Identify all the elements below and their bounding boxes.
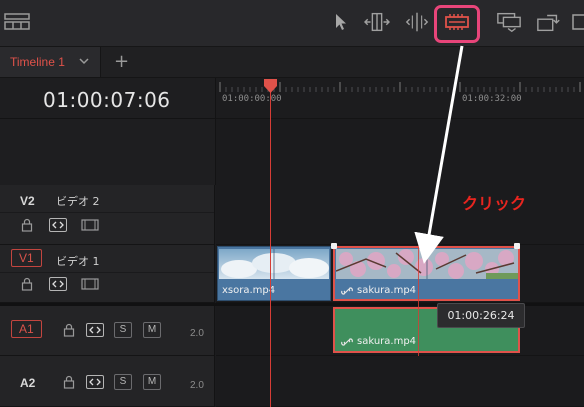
lane-a2[interactable] bbox=[216, 356, 584, 407]
trim-handle-left[interactable] bbox=[331, 243, 337, 249]
playhead-handle-icon[interactable] bbox=[263, 78, 278, 94]
click-annotation: クリック bbox=[462, 194, 527, 213]
track-divider bbox=[0, 212, 214, 213]
track-name-v2: ビデオ 2 bbox=[56, 195, 100, 208]
track-name-v1: ビデオ 1 bbox=[56, 255, 100, 268]
timecode-tooltip: 01:00:26:24 bbox=[437, 303, 525, 328]
volume-a1: 2.0 bbox=[190, 328, 204, 339]
add-timeline-button[interactable]: + bbox=[114, 51, 129, 72]
volume-a2: 2.0 bbox=[190, 380, 204, 391]
timeline-tab-bar: Timeline 1 + bbox=[0, 47, 584, 78]
overwrite-icon[interactable] bbox=[496, 10, 522, 34]
mute-button-a1[interactable]: M bbox=[143, 322, 161, 338]
timeline-header-panel: 01:00:07:06 bbox=[0, 78, 216, 185]
clip-sakura-video[interactable]: sakura.mp4 bbox=[333, 246, 520, 301]
track-header-v2: V2 ビデオ 2 bbox=[0, 185, 215, 245]
solo-button-a2[interactable]: S bbox=[114, 374, 132, 390]
auto-select-icon[interactable] bbox=[86, 375, 104, 389]
lock-icon[interactable] bbox=[63, 323, 75, 337]
trim-handle-right[interactable] bbox=[514, 243, 520, 249]
auto-select-icon[interactable] bbox=[86, 323, 104, 337]
lock-icon[interactable] bbox=[21, 218, 33, 232]
header-divider bbox=[0, 118, 215, 119]
track-header-a2: A2 S M 2.0 bbox=[0, 356, 215, 407]
clip-thumbnail-sky bbox=[219, 249, 329, 279]
track-id-a1[interactable]: A1 bbox=[11, 320, 42, 338]
clip-name-sakura-audio: sakura.mp4 bbox=[357, 336, 417, 347]
track-enable-icon[interactable] bbox=[81, 277, 99, 291]
clip-name-sakura-video: sakura.mp4 bbox=[357, 285, 417, 296]
edit-toolbar bbox=[0, 0, 584, 47]
clip-thumbnail-sakura bbox=[336, 249, 518, 279]
track-enable-icon[interactable] bbox=[81, 218, 99, 232]
lock-icon[interactable] bbox=[21, 277, 33, 291]
tab-label: Timeline 1 bbox=[10, 55, 65, 69]
ruler-label-start: 01:00:00:00 bbox=[222, 94, 282, 104]
replace-icon[interactable] bbox=[536, 10, 562, 34]
track-header-v1: V1 ビデオ 1 bbox=[0, 245, 215, 303]
playhead-line bbox=[270, 88, 271, 407]
auto-select-icon[interactable] bbox=[49, 218, 67, 232]
clip-xsora[interactable]: xsora.mp4 bbox=[217, 246, 331, 301]
dynamic-trim-icon[interactable] bbox=[404, 10, 430, 34]
track-divider bbox=[0, 272, 214, 273]
more-tools-icon[interactable] bbox=[572, 10, 584, 34]
track-id-a2: A2 bbox=[20, 376, 36, 390]
link-icon bbox=[341, 338, 353, 346]
lane-v2[interactable] bbox=[216, 185, 584, 245]
current-timecode: 01:00:07:06 bbox=[43, 88, 171, 112]
trim-edit-icon[interactable] bbox=[364, 10, 390, 34]
timeline-empty-area bbox=[216, 119, 584, 185]
selection-icon[interactable] bbox=[328, 10, 354, 34]
ruler-label-32s: 01:00:32:00 bbox=[462, 94, 522, 104]
chevron-down-icon[interactable] bbox=[78, 56, 90, 66]
blade-cut-indicator bbox=[418, 246, 419, 356]
timeline-view-options-icon[interactable] bbox=[4, 10, 30, 34]
track-id-v2: V2 bbox=[20, 194, 35, 208]
tab-timeline-1[interactable]: Timeline 1 bbox=[0, 47, 101, 77]
mute-button-a2[interactable]: M bbox=[143, 374, 161, 390]
track-header-a1: A1 S M 2.0 bbox=[0, 306, 215, 356]
track-id-v1[interactable]: V1 bbox=[11, 249, 42, 267]
link-icon bbox=[341, 287, 353, 295]
clip-name-xsora: xsora.mp4 bbox=[222, 285, 276, 296]
auto-select-icon[interactable] bbox=[49, 277, 67, 291]
solo-button-a1[interactable]: S bbox=[114, 322, 132, 338]
lock-icon[interactable] bbox=[63, 375, 75, 389]
blade-tool-highlight bbox=[434, 5, 480, 43]
